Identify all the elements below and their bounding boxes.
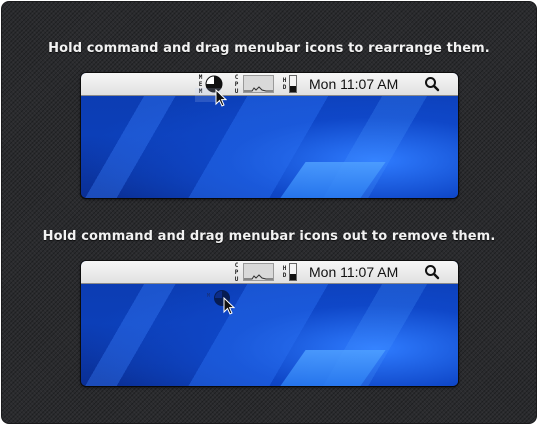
menubar-clock[interactable]: Mon 11:07 AM xyxy=(309,73,398,95)
clock-text: Mon 11:07 AM xyxy=(309,76,399,92)
menubar: CPU HD Mon 11:07 AM xyxy=(81,261,458,284)
rearrange-instruction: Hold command and drag menubar icons to r… xyxy=(48,41,490,56)
rearrange-example-screenshot: MEM CPU HD Mon 11:07 AM xyxy=(81,73,458,198)
menubar-clock[interactable]: Mon 11:07 AM xyxy=(309,261,398,283)
clock-text: Mon 11:07 AM xyxy=(309,264,399,280)
menubar: MEM CPU HD Mon 11:07 AM xyxy=(81,73,458,96)
arrow-cursor-icon xyxy=(223,297,235,315)
cpu-label: CPU xyxy=(233,73,240,95)
cpu-graph-icon[interactable] xyxy=(243,73,274,95)
help-panel: Hold command and drag menubar icons to r… xyxy=(1,1,537,424)
cpu-label: CPU xyxy=(233,261,240,283)
cpu-label-text: CPU xyxy=(233,261,240,283)
disk-bar-icon[interactable] xyxy=(287,261,297,283)
disk-bar-icon[interactable] xyxy=(287,73,297,95)
svg-text:M: M xyxy=(207,293,210,299)
spotlight-search-icon[interactable] xyxy=(424,261,440,283)
remove-instruction: Hold command and drag menubar icons out … xyxy=(42,229,496,244)
cpu-label-text: CPU xyxy=(233,73,240,95)
spotlight-search-icon[interactable] xyxy=(424,73,440,95)
cpu-graph-icon[interactable] xyxy=(243,261,274,283)
arrow-cursor-icon xyxy=(215,89,227,107)
remove-example-screenshot: CPU HD Mon 11:07 AM M xyxy=(81,261,458,386)
